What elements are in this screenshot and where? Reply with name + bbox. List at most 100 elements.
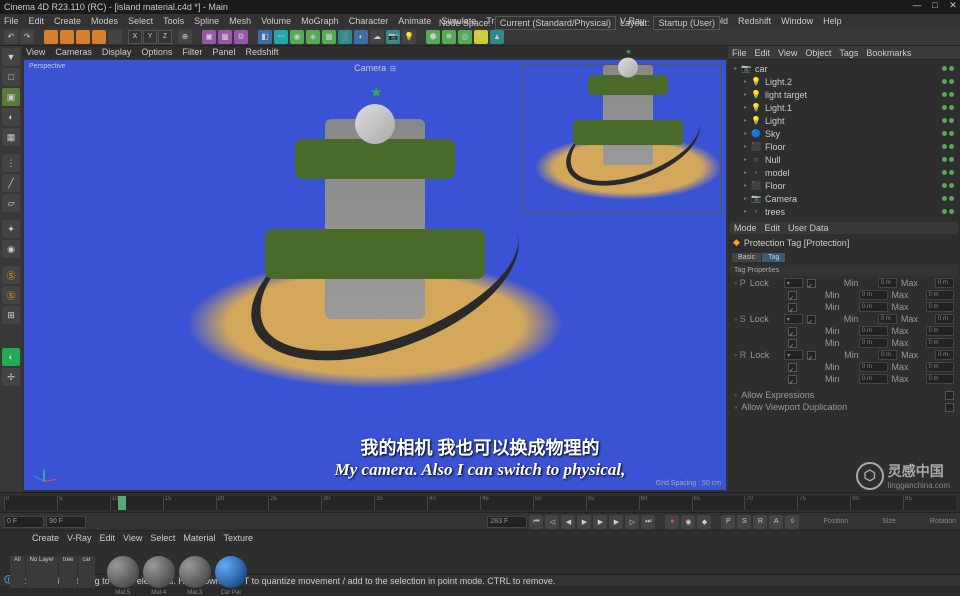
objmenu-bookmarks[interactable]: Bookmarks xyxy=(866,48,911,58)
attrmenu-edit[interactable]: Edit xyxy=(765,223,781,233)
minimize-button[interactable]: — xyxy=(912,0,922,11)
axis-y-toggle[interactable]: Y xyxy=(143,30,157,44)
matmenu-select[interactable]: Select xyxy=(150,533,175,543)
nodespace-dropdown[interactable]: Current (Standard/Physical) xyxy=(495,16,616,30)
timeline[interactable]: 051015202530354045505560657075808590 xyxy=(0,492,960,512)
menu-mesh[interactable]: Mesh xyxy=(229,16,251,26)
menu-window[interactable]: Window xyxy=(781,16,813,26)
timeline-playhead[interactable] xyxy=(118,496,126,510)
prev-frame-icon[interactable]: ◀ xyxy=(561,515,575,529)
matmenu-texture[interactable]: Texture xyxy=(223,533,253,543)
matfilter-car[interactable]: car xyxy=(78,556,94,588)
object-manager[interactable]: ▸📷car▸💡Light.2▸💡light target▸💡Light.1▸💡L… xyxy=(728,60,960,220)
object-row-car[interactable]: ▸📷car xyxy=(730,62,958,75)
play-icon[interactable]: ▶ xyxy=(593,515,607,529)
menu-create[interactable]: Create xyxy=(54,16,81,26)
allow-allow-expressions[interactable]: ◦Allow Expressions xyxy=(730,389,958,401)
menu-select[interactable]: Select xyxy=(128,16,153,26)
soft-select-icon[interactable]: ◐ xyxy=(2,348,20,366)
axis-x-toggle[interactable]: X xyxy=(128,30,142,44)
attrmenu-mode[interactable]: Mode xyxy=(734,223,757,233)
workplane-icon[interactable]: ▦ xyxy=(2,128,20,146)
next-key-icon[interactable]: ▷ xyxy=(625,515,639,529)
object-row-camera[interactable]: ▸📷Camera xyxy=(730,192,958,205)
object-row-trees[interactable]: ▸▫trees xyxy=(730,205,958,218)
record-icon[interactable]: ● xyxy=(665,515,679,529)
object-row-floor[interactable]: ▸⬛Floor xyxy=(730,179,958,192)
matmenu-edit[interactable]: Edit xyxy=(100,533,116,543)
tag-icon[interactable]: 🏷 xyxy=(474,30,488,44)
object-row-light2[interactable]: ▸💡Light.2 xyxy=(730,75,958,88)
material-carpai[interactable]: Car Pai xyxy=(215,556,247,588)
vpmenu-view[interactable]: View xyxy=(26,47,45,57)
menu-tools[interactable]: Tools xyxy=(163,16,184,26)
attrmenu-user data[interactable]: User Data xyxy=(788,223,829,233)
workplane2-icon[interactable]: ⊞ xyxy=(2,306,20,324)
matmenu-view[interactable]: View xyxy=(123,533,142,543)
start-frame-field[interactable]: 0 F xyxy=(4,516,44,528)
environment-icon[interactable]: ☁ xyxy=(370,30,384,44)
objmenu-edit[interactable]: Edit xyxy=(755,48,771,58)
matmenu-v-ray[interactable]: V-Ray xyxy=(67,533,92,543)
spline-icon[interactable]: 〰 xyxy=(274,30,288,44)
deformer-icon[interactable]: ◐ xyxy=(354,30,368,44)
menu-character[interactable]: Character xyxy=(349,16,389,26)
vpmenu-display[interactable]: Display xyxy=(102,47,132,57)
matfilter-tree[interactable]: tree xyxy=(59,556,77,588)
object-row-null[interactable]: ▸○Null xyxy=(730,153,958,166)
object-row-model[interactable]: ▸▫model xyxy=(730,166,958,179)
snap2-icon[interactable]: Ⓢ xyxy=(2,286,20,304)
menu-edit[interactable]: Edit xyxy=(29,16,45,26)
object-row-light[interactable]: ▸💡Light xyxy=(730,114,958,127)
next-frame-icon[interactable]: ▶ xyxy=(609,515,623,529)
object-row-floor[interactable]: ▸⬛Floor xyxy=(730,140,958,153)
menu-spline[interactable]: Spline xyxy=(194,16,219,26)
maximize-button[interactable]: □ xyxy=(930,0,940,11)
scale-icon[interactable] xyxy=(76,30,90,44)
current-frame-field[interactable]: 283 F xyxy=(487,516,527,528)
matmenu-material[interactable]: Material xyxy=(183,533,215,543)
tweak-icon[interactable]: ✢ xyxy=(2,368,20,386)
menu-animate[interactable]: Animate xyxy=(398,16,431,26)
vpmenu-filter[interactable]: Filter xyxy=(182,47,202,57)
live-select-icon[interactable] xyxy=(44,30,58,44)
goto-start-icon[interactable]: ⏮ xyxy=(529,515,543,529)
subdivision-icon[interactable]: ▦ xyxy=(322,30,336,44)
redo-icon[interactable]: ↷ xyxy=(20,30,34,44)
goto-end-icon[interactable]: ⏭ xyxy=(641,515,655,529)
objmenu-view[interactable]: View xyxy=(778,48,797,58)
play-back-icon[interactable]: ▶ xyxy=(577,515,591,529)
model-mode-icon[interactable]: ▣ xyxy=(2,88,20,106)
coord-system-icon[interactable]: ⊕ xyxy=(178,30,192,44)
texture-mode-icon[interactable]: ◐ xyxy=(2,108,20,126)
object-row-light1[interactable]: ▸💡Light.1 xyxy=(730,101,958,114)
generator2-icon[interactable]: ◈ xyxy=(306,30,320,44)
menu-redshift[interactable]: Redshift xyxy=(738,16,771,26)
move-icon[interactable] xyxy=(60,30,74,44)
scale-key-icon[interactable]: S xyxy=(737,515,751,529)
menu-help[interactable]: Help xyxy=(823,16,842,26)
matfilter-nolayer[interactable]: No Layer xyxy=(26,556,58,588)
matmenu-create[interactable]: Create xyxy=(32,533,59,543)
rotate-icon[interactable] xyxy=(92,30,106,44)
vpmenu-cameras[interactable]: Cameras xyxy=(55,47,92,57)
objmenu-object[interactable]: Object xyxy=(805,48,831,58)
close-button[interactable]: ✕ xyxy=(948,0,958,11)
end-frame-field[interactable]: 90 F xyxy=(46,516,86,528)
make-editable-icon[interactable]: ▼ xyxy=(2,48,20,66)
recent-tool-icon[interactable] xyxy=(108,30,122,44)
rot-key-icon[interactable]: R xyxy=(753,515,767,529)
object-row-lighttarget[interactable]: ▸💡light target xyxy=(730,88,958,101)
material-mat3[interactable]: Mat.3 xyxy=(179,556,211,588)
vpmenu-redshift[interactable]: Redshift xyxy=(245,47,278,57)
param-key-icon[interactable]: A xyxy=(769,515,783,529)
field-icon[interactable]: ░ xyxy=(338,30,352,44)
menu-modes[interactable]: Modes xyxy=(91,16,118,26)
objmenu-file[interactable]: File xyxy=(732,48,747,58)
light-tool-icon[interactable]: 💡 xyxy=(402,30,416,44)
vpmenu-panel[interactable]: Panel xyxy=(212,47,235,57)
effector-icon[interactable]: ❋ xyxy=(442,30,456,44)
menu-volume[interactable]: Volume xyxy=(261,16,291,26)
cube-icon[interactable]: ◧ xyxy=(258,30,272,44)
pla-key-icon[interactable]: ◊ xyxy=(785,515,799,529)
